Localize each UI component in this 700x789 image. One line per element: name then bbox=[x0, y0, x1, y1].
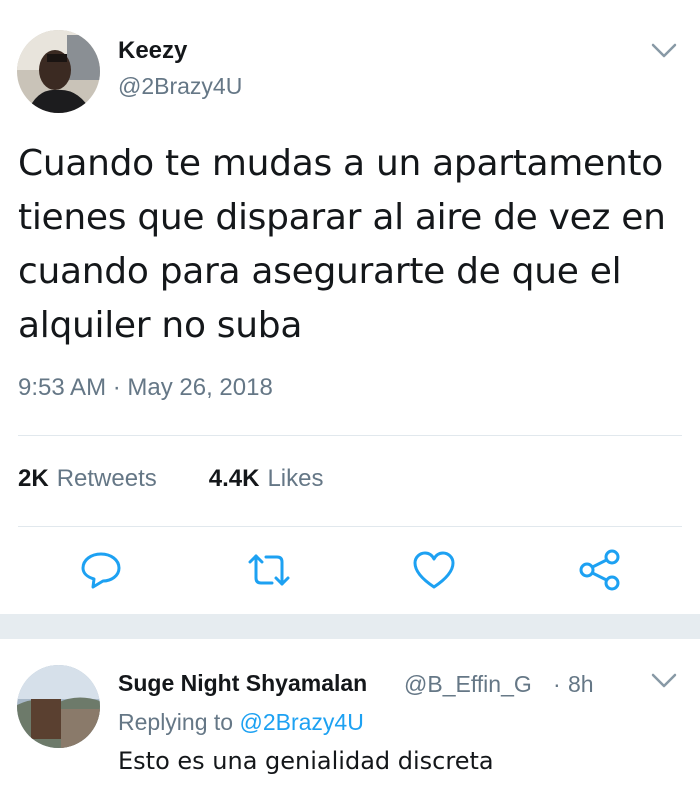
retweets-label: Retweets bbox=[56, 465, 157, 492]
user-handle[interactable]: @2Brazy4U bbox=[118, 73, 242, 100]
reply-text: Esto es una genialidad discreta bbox=[118, 747, 494, 775]
engagement-stats: 2K Retweets 4.4K Likes bbox=[18, 465, 375, 493]
timestamp[interactable]: 9:53 AM · May 26, 2018 bbox=[18, 374, 273, 402]
likes-label: Likes bbox=[267, 465, 324, 492]
avatar[interactable] bbox=[17, 30, 100, 113]
retweets-stat[interactable]: 2K Retweets bbox=[18, 465, 157, 493]
reply-button[interactable] bbox=[78, 547, 124, 593]
replying-prefix: Replying to bbox=[118, 709, 234, 735]
like-button[interactable] bbox=[411, 547, 457, 593]
reply-meta-separator: · bbox=[553, 671, 561, 697]
chevron-down-icon[interactable] bbox=[650, 42, 678, 60]
main-tweet: Keezy @2Brazy4U Cuando te mudas a un apa… bbox=[0, 0, 700, 614]
likes-stat[interactable]: 4.4K Likes bbox=[209, 465, 324, 493]
reply-display-name[interactable]: Suge Night Shyamalan bbox=[118, 670, 367, 697]
reply-time[interactable]: 8h bbox=[568, 671, 594, 698]
tweet-text: Cuando te mudas a un apartamento tienes … bbox=[18, 143, 666, 346]
divider bbox=[18, 435, 682, 436]
share-button[interactable] bbox=[577, 547, 623, 593]
likes-count: 4.4K bbox=[208, 465, 260, 492]
reply-handle[interactable]: @B_Effin_G bbox=[404, 671, 532, 698]
retweet-icon bbox=[248, 554, 290, 586]
reply-tweet[interactable]: Suge Night Shyamalan @B_Effin_G · 8h Rep… bbox=[0, 639, 700, 789]
chevron-down-icon[interactable] bbox=[650, 672, 678, 690]
replying-to: Replying to @2Brazy4U bbox=[118, 709, 364, 736]
display-name[interactable]: Keezy bbox=[118, 37, 187, 65]
share-icon bbox=[579, 549, 620, 591]
heart-icon bbox=[413, 551, 455, 589]
section-separator bbox=[0, 614, 700, 639]
reply-icon bbox=[81, 552, 121, 589]
divider bbox=[18, 526, 682, 527]
retweet-button[interactable] bbox=[246, 547, 292, 593]
reply-avatar[interactable] bbox=[17, 665, 100, 748]
replying-to-link[interactable]: @2Brazy4U bbox=[239, 709, 363, 735]
retweets-count: 2K bbox=[18, 465, 49, 492]
